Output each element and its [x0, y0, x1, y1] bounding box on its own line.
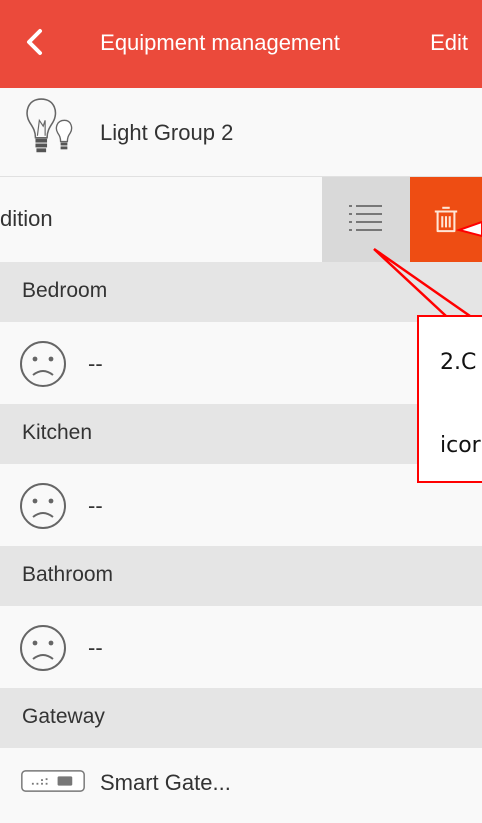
annotation-callout: 2.C icor [417, 315, 482, 483]
row-divider [0, 176, 482, 177]
menu-button[interactable] [322, 176, 410, 262]
device-row-light-group[interactable]: Light Group 2 [0, 88, 482, 176]
device-name: -- [88, 351, 103, 376]
device-name: dition [0, 206, 53, 231]
trash-icon [434, 206, 458, 233]
edit-button[interactable]: Edit [430, 30, 468, 56]
section-title: Kitchen [22, 421, 93, 444]
device-name: -- [88, 635, 103, 660]
annotation-line-1: 2.C [440, 350, 477, 375]
section-title: Bathroom [22, 563, 114, 586]
device-name: -- [88, 493, 103, 518]
device-name: Smart Gate... [100, 770, 231, 795]
device-row[interactable]: -- [0, 322, 482, 406]
section-title: Bedroom [22, 279, 108, 302]
list-icon [349, 205, 382, 231]
section-gateway: Gateway [0, 688, 482, 748]
section-bathroom: Bathroom [0, 546, 482, 606]
delete-button[interactable] [410, 176, 482, 262]
section-bedroom: Bedroom [0, 262, 482, 322]
gateway-icon [21, 770, 85, 792]
app-header: Equipment management Edit [0, 0, 482, 88]
section-title: Gateway [22, 705, 105, 728]
sad-face-icon [20, 625, 66, 671]
section-kitchen: Kitchen [0, 404, 482, 464]
device-row[interactable]: -- [0, 464, 482, 548]
sad-face-icon [20, 483, 66, 529]
device-name: Light Group 2 [100, 120, 234, 145]
page-title: Equipment management [100, 30, 340, 55]
sad-face-icon [20, 341, 66, 387]
annotation-line-2: icor [440, 433, 481, 458]
device-row-gateway[interactable]: Smart Gate... [0, 748, 482, 823]
device-row[interactable]: -- [0, 606, 482, 690]
lightbulb-icon [26, 98, 73, 153]
